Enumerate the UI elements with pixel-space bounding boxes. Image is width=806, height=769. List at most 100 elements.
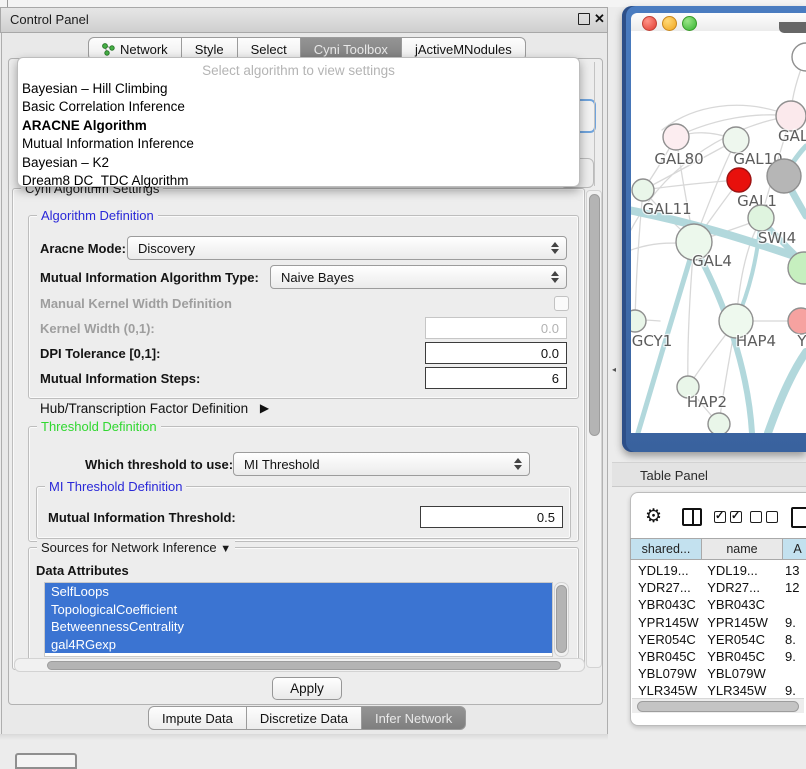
scrollbar-thumb[interactable] [556,585,567,653]
table-column-header[interactable]: A [783,538,806,560]
zoom-traffic-light-icon[interactable] [682,16,697,31]
kernel-width-value: 0.0 [541,321,559,336]
table-cell: YDR27... [630,579,699,596]
attribute-list-item[interactable]: gal4RGexp [45,636,552,654]
combo-stepper-icon [551,271,559,283]
select-all-columns-icon[interactable] [714,511,742,523]
attribute-list-item[interactable]: SelfLoops [45,583,552,601]
mi-threshold-group-title: MI Threshold Definition [45,479,186,494]
dpi-tolerance-field[interactable]: 0.0 [425,342,567,364]
manual-kernel-checkbox[interactable] [554,296,569,311]
screen: { "colors": { "selection_blue": "#3b74d2… [0,0,806,762]
dropdown-item[interactable]: ARACNE Algorithm [18,117,579,135]
network-node[interactable] [792,43,806,71]
export-table-icon[interactable] [791,507,806,528]
table-cell: 13 [777,562,806,579]
dropdown-item[interactable]: Basic Correlation Inference [18,98,579,116]
which-threshold-label: Which threshold to use: [85,457,233,472]
table-row[interactable]: YBR043CYBR043C [630,596,806,613]
network-canvas-svg[interactable]: GALGAL80GAL10GAL1GAL11SWI4GAL4GCY1HAP4YH… [631,31,806,433]
network-node[interactable] [631,310,646,332]
mi-type-value: Naive Bayes [281,270,354,285]
control-panel-titlebar [0,7,608,33]
background-window-fragment [779,22,806,33]
hub-definition-label: Hub/Transcription Factor Definition [40,401,248,416]
table-cell: YBR045C [699,648,777,665]
table-cell [777,665,806,682]
table-cell: YDR27... [699,579,777,596]
network-node[interactable] [708,413,730,433]
mi-threshold-field[interactable]: 0.5 [420,506,563,528]
tab-label: Infer Network [375,711,452,726]
table-cell: YER054C [630,631,699,648]
checked-box-icon [714,511,726,523]
dropdown-item[interactable]: Dream8 DC_TDC Algorithm [18,172,579,190]
split-pane-collapse-icon[interactable]: ◂ [612,365,616,374]
table-column-header[interactable]: shared... [630,538,702,560]
deselect-all-columns-icon[interactable] [750,511,778,523]
network-node[interactable] [748,205,774,231]
which-threshold-combobox[interactable]: MI Threshold [233,452,530,476]
tab-infer-network[interactable]: Infer Network [362,706,466,730]
network-node-label: SWI4 [758,229,796,247]
attribute-list-item[interactable]: TopologicalCoefficient [45,601,552,619]
tab-label: Impute Data [162,711,233,726]
settings-horizontal-scrollbar[interactable] [14,658,585,672]
table-cell: 9. [777,648,806,665]
tab-impute-data[interactable]: Impute Data [148,706,247,730]
apply-button[interactable]: Apply [272,677,342,700]
collapse-down-icon[interactable]: ▼ [220,543,231,555]
settings-vertical-scrollbar[interactable] [586,190,602,668]
hub-definition-toggle[interactable]: Hub/Transcription Factor Definition ▶ [40,401,269,416]
bottom-tabbar: Impute Data Discretize Data Infer Network [148,706,466,729]
table-row[interactable]: YBL079WYBL079W [630,665,806,682]
table-row[interactable]: YDL19...YDL19...13 [630,562,806,579]
minimized-panel-icon[interactable] [15,753,77,769]
mi-steps-field[interactable]: 6 [425,367,567,389]
table-column-header[interactable]: name [702,538,783,560]
data-attributes-list[interactable]: SelfLoopsTopologicalCoefficientBetweenne… [44,582,553,657]
network-node-label: GCY1 [632,332,673,350]
table-cell: YLR345W [699,682,777,699]
gear-icon[interactable]: ⚙ [645,507,662,526]
aracne-mode-combobox[interactable]: Discovery [127,236,567,260]
attributes-list-scrollbar[interactable] [554,582,569,657]
columns-icon[interactable] [682,508,702,526]
table-cell: YBL079W [699,665,777,682]
table-hscrollbar-track[interactable] [632,698,804,713]
combo-stepper-icon [551,242,559,254]
dropdown-item[interactable]: Mutual Information Inference [18,135,579,153]
aracne-mode-value: Discovery [138,241,195,256]
scrollbar-thumb[interactable] [47,661,561,670]
tab-label: Discretize Data [260,711,348,726]
table-row[interactable]: YPR145WYPR145W9. [630,614,806,631]
tab-discretize-data[interactable]: Discretize Data [247,706,362,730]
close-traffic-light-icon[interactable] [642,16,657,31]
dropdown-item[interactable]: Bayesian – Hill Climbing [18,80,579,98]
attribute-list-item[interactable]: BetweennessCentrality [45,618,552,636]
dropdown-item[interactable]: Bayesian – K2 [18,154,579,172]
scrollbar-thumb[interactable] [637,701,799,712]
table-cell: YER054C [699,631,777,648]
table-row[interactable]: YBR045CYBR045C9. [630,648,806,665]
table-row[interactable]: YER054CYER054C8. [630,631,806,648]
manual-kernel-label: Manual Kernel Width Definition [40,296,232,311]
mi-type-combobox[interactable]: Naive Bayes [270,265,567,289]
network-edge [643,180,739,190]
close-icon[interactable]: ✕ [594,11,605,27]
table-row[interactable]: YLR345WYLR345W9. [630,682,806,699]
network-node[interactable] [632,179,654,201]
scrollbar-thumb[interactable] [589,194,600,436]
network-node[interactable] [788,308,806,334]
kernel-width-field[interactable]: 0.0 [425,317,567,339]
float-window-icon[interactable] [578,13,590,25]
dpi-tolerance-value: 0.0 [541,346,559,361]
network-edge [768,352,806,433]
network-node[interactable] [767,159,801,193]
aracne-mode-label: Aracne Mode: [40,241,126,256]
table-cell: 9. [777,614,806,631]
network-node[interactable] [663,124,689,150]
minimize-traffic-light-icon[interactable] [662,16,677,31]
table-row[interactable]: YDR27...YDR27...12 [630,579,806,596]
network-node[interactable] [727,168,751,192]
